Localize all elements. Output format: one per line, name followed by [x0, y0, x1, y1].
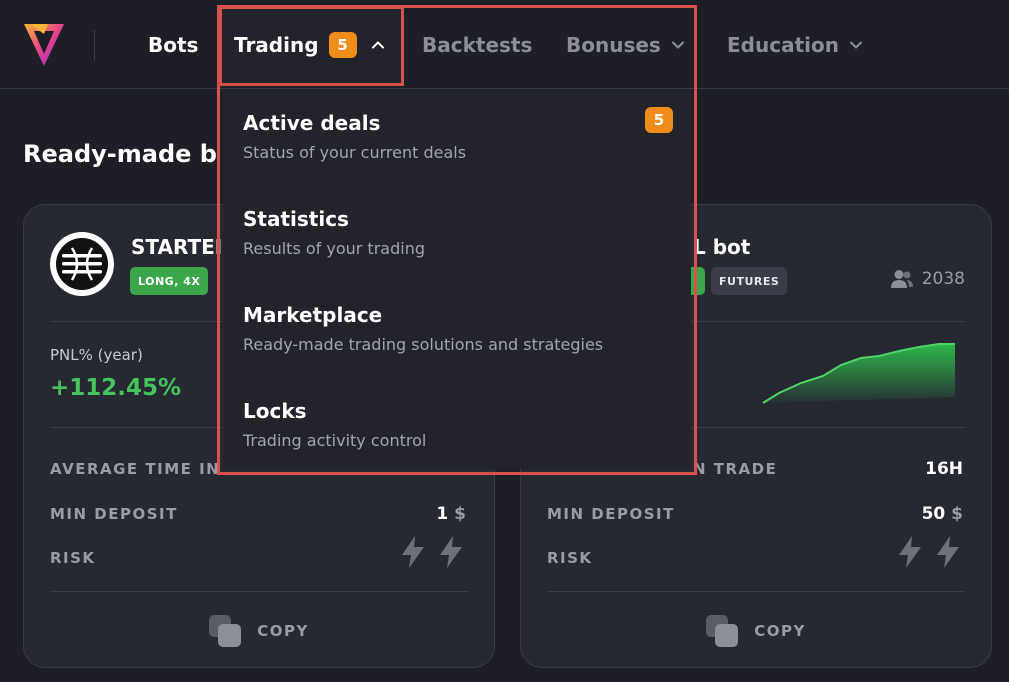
nav-backtests[interactable]: Backtests — [422, 0, 532, 89]
trading-count-badge: 5 — [328, 31, 357, 58]
min-deposit-amount: 1 — [436, 504, 449, 524]
avg-time-label: AVERAGE TIME IN — [50, 460, 221, 478]
copy-icon — [706, 615, 739, 647]
nav-education[interactable]: Education — [727, 0, 863, 89]
users-count-value: 2038 — [921, 269, 965, 289]
currency-symbol: $ — [454, 504, 466, 524]
avg-time-value: 16H — [925, 459, 963, 479]
active-deals-count-badge: 5 — [645, 107, 673, 133]
bot-name: L bot — [693, 235, 751, 259]
nav-trading-label: Trading — [234, 32, 319, 57]
menu-item-title: Statistics — [243, 207, 349, 231]
menu-item-title: Locks — [243, 399, 307, 423]
top-navigation-bar: Bots Trading 5 Backtests Bonuses Educati… — [0, 0, 1009, 89]
copy-button[interactable]: COPY — [521, 613, 991, 649]
performance-sparkline — [762, 343, 955, 404]
market-tag: FUTURES — [711, 267, 788, 295]
logo-divider — [94, 30, 95, 60]
copy-button[interactable]: COPY — [24, 613, 494, 649]
copy-label: COPY — [257, 622, 309, 640]
menu-item-statistics[interactable]: Statistics Results of your trading — [243, 207, 673, 258]
coin-logo-icon — [56, 238, 108, 290]
pnl-label: PNL% (year) — [50, 346, 143, 364]
lightning-icon — [402, 536, 424, 568]
min-deposit-amount: 50 — [921, 504, 946, 524]
menu-item-subtitle: Ready-made trading solutions and strateg… — [243, 335, 604, 354]
currency-symbol: $ — [951, 504, 963, 524]
chevron-down-icon — [671, 41, 684, 48]
menu-item-subtitle: Status of your current deals — [243, 143, 467, 162]
menu-item-subtitle: Results of your trading — [243, 239, 425, 258]
min-deposit-label: MIN DEPOSIT — [547, 505, 675, 523]
trading-dropdown-menu: Active deals Status of your current deal… — [223, 89, 691, 469]
menu-item-marketplace[interactable]: Marketplace Ready-made trading solutions… — [243, 303, 673, 354]
chevron-up-icon — [371, 41, 384, 48]
pnl-value: +112.45% — [50, 375, 182, 401]
divider — [50, 591, 468, 592]
chevron-down-icon — [849, 41, 862, 48]
min-deposit-value: 50 $ — [922, 504, 963, 524]
copy-label: COPY — [754, 622, 806, 640]
avg-time-label: N TRADE — [693, 460, 778, 478]
risk-label: RISK — [547, 549, 593, 567]
nav-bonuses[interactable]: Bonuses — [566, 0, 685, 89]
bot-avatar — [50, 232, 114, 296]
brand-logo-icon[interactable] — [22, 20, 66, 70]
strategy-tag: LONG, 4X — [130, 267, 209, 295]
page-title: Ready-made b — [23, 140, 217, 168]
risk-indicator — [897, 535, 961, 569]
nav-bonuses-label: Bonuses — [566, 32, 661, 57]
risk-label: RISK — [50, 549, 96, 567]
risk-indicator — [400, 535, 464, 569]
bot-name: STARTEI — [131, 235, 223, 259]
menu-item-title: Active deals — [243, 111, 381, 135]
users-count: 2038 — [890, 269, 965, 289]
divider — [547, 591, 965, 592]
copy-icon — [209, 615, 242, 647]
nav-backtests-label: Backtests — [422, 32, 533, 57]
lightning-icon — [937, 536, 959, 568]
menu-item-locks[interactable]: Locks Trading activity control — [243, 399, 673, 450]
nav-bots[interactable]: Bots — [148, 0, 198, 89]
lightning-icon — [440, 536, 462, 568]
nav-trading[interactable]: Trading 5 — [234, 0, 385, 89]
nav-bots-label: Bots — [148, 32, 199, 57]
min-deposit-label: MIN DEPOSIT — [50, 505, 178, 523]
min-deposit-value: 1 $ — [436, 504, 466, 524]
nav-education-label: Education — [727, 32, 839, 57]
menu-item-active-deals[interactable]: Active deals Status of your current deal… — [243, 107, 673, 162]
menu-item-title: Marketplace — [243, 303, 383, 327]
users-icon — [890, 270, 913, 288]
lightning-icon — [899, 536, 921, 568]
menu-item-subtitle: Trading activity control — [243, 431, 427, 450]
